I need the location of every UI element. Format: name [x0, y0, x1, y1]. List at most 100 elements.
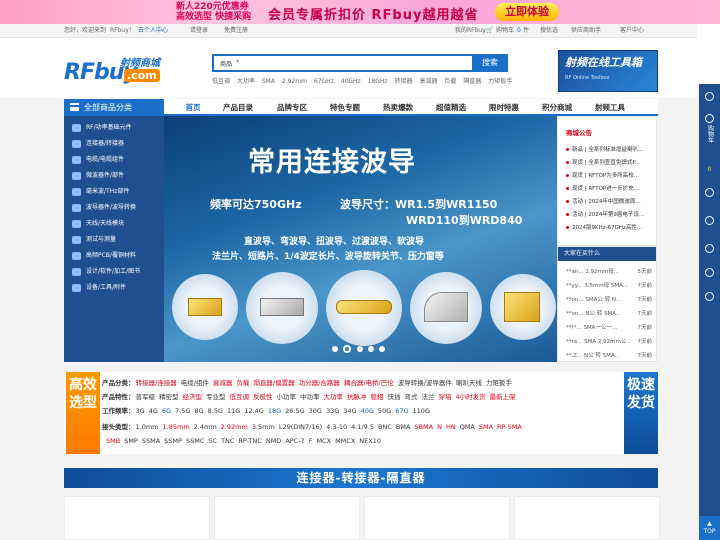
- filter-option[interactable]: 功分器/合路器: [299, 379, 340, 387]
- filter-option[interactable]: 12.4G: [244, 407, 264, 415]
- rightbar-history[interactable]: [699, 216, 720, 227]
- filter-option[interactable]: 11G: [227, 407, 240, 415]
- hotword[interactable]: 负载: [444, 78, 456, 85]
- product-card[interactable]: [64, 496, 210, 540]
- search-button[interactable]: 搜索: [472, 54, 508, 72]
- filter-option[interactable]: 34G: [343, 407, 356, 415]
- promo-banner[interactable]: 新人220元优惠券 高效选型 快捷采购 会员专属折扣价 RFbuy越用越省 立即…: [0, 0, 720, 24]
- filter-option[interactable]: SMB: [106, 437, 120, 445]
- filter-option[interactable]: TNC: [221, 437, 234, 445]
- quick-order-link[interactable]: 搜优选: [540, 24, 558, 38]
- toolbox-ad[interactable]: 射频在线工具箱 RF Online Toolbox: [558, 50, 658, 92]
- filter-option[interactable]: HN: [446, 423, 456, 431]
- filter-option[interactable]: 大功率: [324, 393, 344, 401]
- sidebar-item-waveguide[interactable]: 波导器件/波导转换: [64, 200, 164, 216]
- filter-option[interactable]: 3.5mm: [252, 423, 275, 431]
- nav-home[interactable]: 首页: [176, 99, 210, 116]
- filter-option[interactable]: 1.85mm: [163, 423, 190, 431]
- nav-features[interactable]: 特色专题: [325, 99, 365, 116]
- nav-hot[interactable]: 热卖爆款: [378, 99, 418, 116]
- purchase-item[interactable]: **on... SMA公 转 N... 7天前: [566, 295, 652, 307]
- site-logo[interactable]: RFbuy .com 射频商城: [64, 52, 164, 86]
- nav-catalog[interactable]: 产品目录: [218, 99, 258, 116]
- filter-option[interactable]: 33G: [326, 407, 339, 415]
- sidebar-item-connectors[interactable]: 连接器/转接器: [64, 136, 164, 152]
- back-to-top-button[interactable]: ▲ TOP: [699, 516, 720, 540]
- sidebar-item-microwave[interactable]: 微波器件/部件: [64, 168, 164, 184]
- sidebar-item-antenna[interactable]: 天线/天线模块: [64, 216, 164, 232]
- filter-option[interactable]: 67G: [395, 407, 408, 415]
- rightbar-feedback[interactable]: [699, 292, 720, 303]
- purchase-item[interactable]: **.Z... N公 转 SMA... 7天前: [566, 351, 652, 363]
- rightbar-cart[interactable]: 购物车: [699, 114, 720, 146]
- hotword[interactable]: 67GHz: [314, 78, 334, 85]
- hotword[interactable]: SMA: [262, 78, 275, 85]
- hotword[interactable]: 隔直器: [463, 78, 481, 85]
- filter-option[interactable]: SC: [208, 437, 217, 445]
- filter-option[interactable]: 最新上架: [490, 393, 516, 401]
- all-categories-button[interactable]: 全部商品分类: [64, 99, 164, 116]
- supplier-menu[interactable]: 供应商助手: [571, 24, 601, 38]
- filter-option[interactable]: 法兰: [422, 393, 435, 401]
- hero-carousel[interactable]: 常用连接波导 频率可达750GHz 波导尺寸：WR1.5到WR1150 WRD1…: [164, 116, 557, 362]
- filter-option[interactable]: 8G: [194, 407, 203, 415]
- filter-option[interactable]: 40G: [361, 407, 374, 415]
- sidebar-item-design[interactable]: 设计/软件/加工/图书: [64, 264, 164, 280]
- filter-option[interactable]: 力矩扳手: [486, 379, 512, 387]
- notice-item[interactable]: 现货 | 全系列查直免焊式P...: [566, 158, 654, 170]
- sidebar-item-rf[interactable]: RF/功率基础元件: [64, 120, 164, 136]
- login-link[interactable]: 请登录: [190, 24, 208, 38]
- filter-option[interactable]: MCX: [316, 437, 331, 445]
- service-menu[interactable]: 客户中心: [620, 24, 644, 38]
- filter-option[interactable]: SMP: [124, 437, 138, 445]
- filter-option[interactable]: 30G: [309, 407, 322, 415]
- purchase-item[interactable]: **yy... 3.5mm母 SMA... 7天前: [566, 281, 652, 293]
- filter-option[interactable]: 26.5G: [285, 407, 305, 415]
- filter-option[interactable]: APC-7: [285, 437, 304, 445]
- purchase-item[interactable]: **on... N公 转 SMA... 7天前: [566, 309, 652, 321]
- carousel-dot[interactable]: [368, 346, 374, 352]
- filter-option[interactable]: 2.92mm: [221, 423, 248, 431]
- filter-option[interactable]: RP-TNC: [238, 437, 261, 445]
- hotword[interactable]: 18GHz: [368, 78, 388, 85]
- cart-icon[interactable]: 🛒: [486, 24, 493, 38]
- register-link[interactable]: 免费注册: [224, 24, 248, 38]
- hotword[interactable]: 力矩扳手: [488, 78, 512, 85]
- filter-option[interactable]: 专业型: [206, 393, 226, 401]
- sidebar-item-equipment[interactable]: 设备/工具/附件: [64, 280, 164, 296]
- filter-option[interactable]: 隔直器/偏置器: [253, 379, 294, 387]
- filter-option[interactable]: 小功率: [277, 393, 297, 401]
- purchase-item[interactable]: **!*... SMA一公一... 7天前: [566, 323, 652, 335]
- notice-item[interactable]: 现货 | RFTOP为多所高校...: [566, 171, 654, 183]
- filter-option[interactable]: 普军级: [136, 393, 156, 401]
- hotword[interactable]: 衰减器: [419, 78, 437, 85]
- user-icon[interactable]: [699, 92, 720, 103]
- filter-option[interactable]: 电缆/组件: [181, 379, 209, 387]
- my-rfbuy-link[interactable]: 我的RFbuy: [455, 24, 486, 38]
- filter-option[interactable]: 负载: [236, 379, 249, 387]
- product-card[interactable]: [364, 496, 510, 540]
- filter-option[interactable]: 2.4mm: [194, 423, 217, 431]
- hotword[interactable]: 大功率: [237, 78, 255, 85]
- search-category-select[interactable]: 商品: [220, 59, 232, 68]
- notice-item[interactable]: 新品 | 全系列标准增益喇叭...: [566, 145, 654, 157]
- filter-option[interactable]: SSMA: [142, 437, 160, 445]
- filter-option[interactable]: 6G: [162, 407, 171, 415]
- filter-option[interactable]: MMCX: [335, 437, 355, 445]
- filter-option[interactable]: 弯式: [405, 393, 418, 401]
- notice-item[interactable]: 现货 | RFTOP进一步扩充...: [566, 184, 654, 196]
- hotword[interactable]: 低互调: [212, 78, 230, 85]
- hotword[interactable]: 2.92mm: [282, 78, 307, 85]
- filter-option[interactable]: 快插: [388, 393, 401, 401]
- filter-option[interactable]: 7.5G: [175, 407, 190, 415]
- filter-option[interactable]: 中功率: [300, 393, 320, 401]
- filter-option[interactable]: QMA: [460, 423, 475, 431]
- filter-option[interactable]: 耦合器/电桥/巴伦: [344, 379, 394, 387]
- filter-option[interactable]: 4.1/9.5: [351, 423, 374, 431]
- filter-option[interactable]: SSMC: [186, 437, 204, 445]
- filter-option[interactable]: 喇叭天线: [456, 379, 482, 387]
- carousel-dot[interactable]: [332, 346, 338, 352]
- filter-option[interactable]: RP-SMA: [497, 423, 522, 431]
- filter-option[interactable]: SBMA: [414, 423, 433, 431]
- filter-option[interactable]: 反极性: [253, 393, 273, 401]
